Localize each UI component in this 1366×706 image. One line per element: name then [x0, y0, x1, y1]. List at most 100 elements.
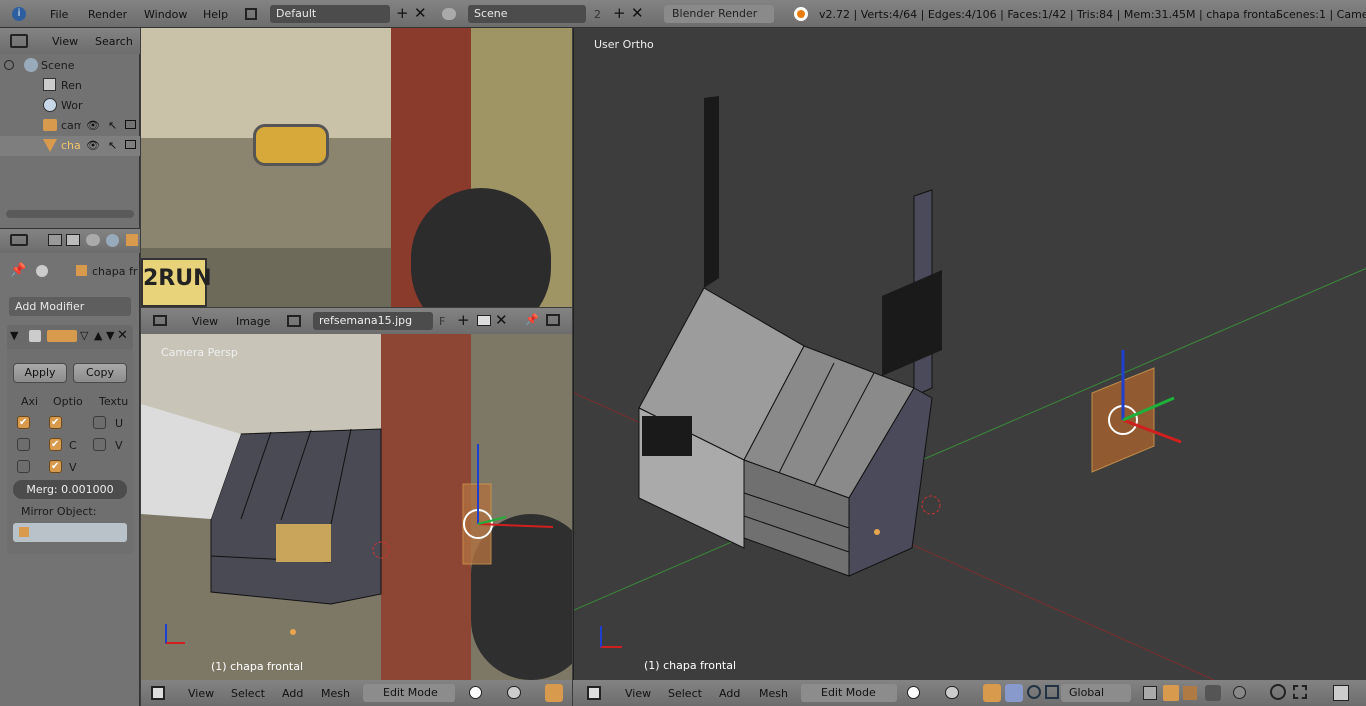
properties-header: [0, 229, 140, 253]
shading-solid-icon[interactable]: [469, 686, 482, 699]
snap-icon[interactable]: [1270, 684, 1286, 700]
clipping-checkbox-a[interactable]: [49, 416, 62, 429]
visibility-eye-icon[interactable]: 👁: [86, 139, 100, 152]
info-icon[interactable]: i: [12, 7, 26, 21]
pin-icon[interactable]: 📌: [10, 263, 26, 278]
outliner-row-render[interactable]: Ren: [0, 76, 140, 96]
snap-element-icon[interactable]: [1293, 685, 1307, 699]
viewport-type-icon[interactable]: [587, 686, 601, 700]
vertex-groups-checkbox[interactable]: [49, 460, 62, 473]
open-image-icon[interactable]: [477, 315, 491, 326]
occlude-icon[interactable]: [1205, 685, 1221, 701]
menu-render[interactable]: Render: [88, 8, 127, 21]
scene-tab-icon[interactable]: [86, 234, 100, 246]
viewport-type-icon[interactable]: [151, 686, 165, 700]
remove-modifier-icon[interactable]: ✕: [117, 328, 128, 343]
object-tab-icon[interactable]: [126, 234, 138, 246]
image-browse-icon[interactable]: [287, 315, 301, 327]
render-camera-icon[interactable]: [125, 120, 136, 129]
main-3d-viewport[interactable]: User Ortho (1) chapa frontal: [573, 28, 1366, 680]
merge-limit-field[interactable]: Merg: 0.001000: [13, 480, 127, 499]
cam-select-menu[interactable]: Select: [231, 687, 265, 700]
select-arrow-icon[interactable]: ↖: [108, 139, 117, 152]
view-menu[interactable]: View: [625, 687, 651, 700]
move-up-icon[interactable]: ▲: [94, 329, 102, 342]
pin-image-icon[interactable]: 📌: [525, 313, 539, 326]
add-menu[interactable]: Add: [719, 687, 740, 700]
axis-z-checkbox[interactable]: [17, 460, 30, 473]
expand-icon[interactable]: [4, 60, 14, 70]
move-down-icon[interactable]: ▼: [106, 329, 114, 342]
render-preview-icon[interactable]: [1333, 685, 1349, 701]
unlink-image-icon[interactable]: ✕: [495, 311, 508, 329]
apply-button[interactable]: Apply: [13, 363, 67, 383]
proportional-icon[interactable]: [1233, 686, 1246, 699]
fake-user-toggle[interactable]: F: [439, 315, 445, 328]
outliner-row-camera[interactable]: cam 👁 ↖: [0, 116, 140, 136]
pivot-icon[interactable]: [507, 686, 521, 699]
layers-tab-icon[interactable]: [66, 234, 80, 246]
outliner-scrollbar[interactable]: [6, 210, 134, 218]
add-layout-icon[interactable]: +: [396, 4, 409, 22]
render-camera-icon[interactable]: [125, 140, 136, 149]
layout-selector[interactable]: Default: [270, 5, 390, 23]
menu-file[interactable]: File: [50, 8, 68, 21]
properties-editor-icon[interactable]: [10, 234, 28, 246]
cam-mesh-menu[interactable]: Mesh: [321, 687, 350, 700]
face-select-icon[interactable]: [1183, 686, 1197, 700]
view-mode-icon[interactable]: [546, 314, 560, 326]
manipulator-icon[interactable]: [545, 684, 563, 702]
layout-icon[interactable]: [245, 8, 257, 20]
image-image-menu[interactable]: Image: [236, 315, 270, 328]
layers-icon[interactable]: [1143, 686, 1157, 700]
clipping-checkbox[interactable]: [49, 438, 62, 451]
mirror-object-field[interactable]: [13, 523, 127, 542]
scene-selector[interactable]: Scene: [468, 5, 586, 23]
new-image-icon[interactable]: +: [457, 311, 470, 329]
axis-x-checkbox[interactable]: [17, 416, 30, 429]
outliner-editor-icon[interactable]: [10, 34, 28, 48]
image-name-field[interactable]: refsemana15.jpg: [313, 312, 433, 330]
outliner-search-menu[interactable]: Search: [95, 35, 133, 48]
texture-u-checkbox[interactable]: [93, 416, 106, 429]
cam-view-menu[interactable]: View: [188, 687, 214, 700]
axis-y-checkbox[interactable]: [17, 438, 30, 451]
shading-solid-icon[interactable]: [907, 686, 920, 699]
camera-viewport[interactable]: Camera Persp (1) chapa frontal: [141, 334, 572, 680]
close-layout-icon[interactable]: ✕: [414, 4, 427, 22]
add-scene-icon[interactable]: +: [613, 4, 626, 22]
copy-button[interactable]: Copy: [73, 363, 127, 383]
outliner-row-world[interactable]: Wor: [0, 96, 140, 116]
manipulator-icon[interactable]: [983, 684, 1001, 702]
mode-select[interactable]: Edit Mode: [801, 684, 897, 702]
menu-window[interactable]: Window: [144, 8, 187, 21]
rotate-icon[interactable]: [1027, 685, 1041, 699]
vertex-select-icon[interactable]: [1163, 685, 1179, 701]
visibility-eye-icon[interactable]: 👁: [86, 119, 100, 132]
cam-add-menu[interactable]: Add: [282, 687, 303, 700]
orientation-select[interactable]: Global: [1061, 684, 1131, 702]
close-scene-icon[interactable]: ✕: [631, 4, 644, 22]
outliner-row-scene[interactable]: Scene: [0, 56, 140, 76]
mesh-menu[interactable]: Mesh: [759, 687, 788, 700]
render-engine-select[interactable]: Blender Render: [664, 5, 774, 23]
world-tab-icon[interactable]: [106, 234, 119, 247]
pivot-icon[interactable]: [945, 686, 959, 699]
outliner-view-menu[interactable]: View: [52, 35, 78, 48]
select-arrow-icon[interactable]: ↖: [108, 119, 117, 132]
translate-icon[interactable]: [1005, 684, 1023, 702]
cam-mode-select[interactable]: Edit Mode: [363, 684, 455, 702]
collapse-arrow-icon[interactable]: ▼: [10, 329, 18, 342]
scene-icon[interactable]: [442, 8, 456, 20]
cage-toggle-icon[interactable]: ▽: [80, 329, 88, 342]
image-editor-type-icon[interactable]: [153, 315, 167, 326]
image-view-menu[interactable]: View: [192, 315, 218, 328]
add-modifier-dropdown[interactable]: Add Modifier: [9, 297, 131, 316]
scale-icon[interactable]: [1045, 685, 1059, 699]
menu-help[interactable]: Help: [203, 8, 228, 21]
select-menu[interactable]: Select: [668, 687, 702, 700]
outliner-row-chapa[interactable]: cha 👁 ↖: [0, 136, 140, 156]
render-tab-icon[interactable]: [48, 234, 62, 246]
texture-v-checkbox[interactable]: [93, 438, 106, 451]
editmode-toggle-icon[interactable]: [47, 330, 77, 342]
